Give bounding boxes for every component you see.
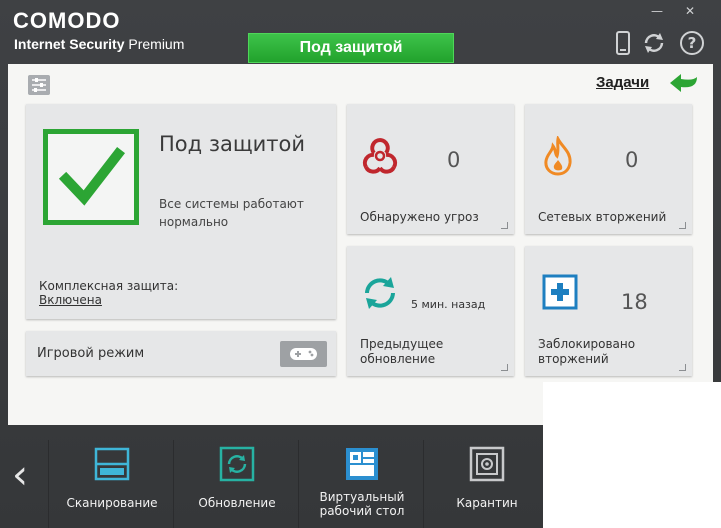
product-name: Internet Security Premium xyxy=(14,36,184,52)
last-update-label: Предыдущее обновление xyxy=(360,337,443,367)
status-banner: Под защитой xyxy=(248,33,454,63)
dock-virtual-desktop-line2: рабочий стол xyxy=(319,504,405,518)
blocked-label-line2: вторжений xyxy=(538,352,609,366)
dock-back-arrow-icon[interactable]: ‹ xyxy=(12,455,40,495)
blocked-intrusions-card[interactable]: 18 Заблокировано вторжений xyxy=(525,246,692,376)
watermark-overlay xyxy=(543,382,721,528)
dock-virtual-desktop-line1: Виртуальный xyxy=(319,490,405,504)
brand-logo: COMODO xyxy=(13,8,121,33)
dock-update-button[interactable]: Обновление xyxy=(173,440,299,528)
game-mode-card[interactable]: Игровой режим xyxy=(26,331,336,376)
scan-icon xyxy=(94,447,130,481)
protected-check-icon xyxy=(43,129,139,225)
app-window: COMODO Internet Security Premium Под защ… xyxy=(0,0,721,528)
network-intrusions-card[interactable]: 0 Сетевых вторжений xyxy=(525,104,692,234)
dock-scan-label: Сканирование xyxy=(66,496,158,510)
mobile-icon[interactable] xyxy=(610,30,636,56)
gamepad-icon xyxy=(290,348,317,360)
main-panel: Задачи Под защитой Все системы работают … xyxy=(8,64,713,425)
last-update-label-line2: обновление xyxy=(360,352,436,366)
fire-icon xyxy=(544,136,572,176)
biohazard-icon xyxy=(362,138,398,174)
update-icon xyxy=(365,277,395,309)
intrusions-count: 0 xyxy=(625,148,639,172)
dock-update-label: Обновление xyxy=(198,496,276,510)
blocked-label-line1: Заблокировано xyxy=(538,337,636,351)
dock-quarantine-label: Карантин xyxy=(456,496,518,510)
threats-card[interactable]: 0 Обнаружено угроз xyxy=(347,104,514,234)
game-mode-toggle[interactable] xyxy=(280,341,327,367)
threats-expand-icon xyxy=(501,222,508,229)
intrusions-expand-icon xyxy=(679,222,686,229)
protection-description: Все системы работают нормально xyxy=(159,197,304,229)
blocked-count: 18 xyxy=(621,290,648,314)
protection-title: Под защитой xyxy=(159,132,306,156)
threats-label: Обнаружено угроз xyxy=(360,210,479,224)
settings-icon[interactable] xyxy=(28,75,50,95)
protection-status-card[interactable]: Под защитой Все системы работают нормаль… xyxy=(26,104,336,319)
quarantine-icon xyxy=(469,446,505,482)
dock-virtual-desktop-label: Виртуальный рабочий стол xyxy=(299,490,425,518)
last-update-time: 5 мин. назад xyxy=(411,298,486,311)
dock-update-icon xyxy=(219,446,255,482)
tasks-arrow-icon[interactable] xyxy=(667,71,701,93)
blocked-plus-icon xyxy=(542,274,578,310)
update-expand-icon xyxy=(501,364,508,371)
dock-virtual-desktop-button[interactable]: Виртуальный рабочий стол xyxy=(298,440,424,528)
virtual-desktop-icon xyxy=(346,448,378,480)
dock-quarantine-button[interactable]: Карантин xyxy=(423,440,549,528)
game-mode-label: Игровой режим xyxy=(37,346,145,361)
svg-text:?: ? xyxy=(688,34,697,52)
last-update-label-line1: Предыдущее xyxy=(360,337,444,351)
help-icon[interactable]: ? xyxy=(679,30,705,56)
intrusions-label: Сетевых вторжений xyxy=(538,210,667,224)
blocked-label: Заблокировано вторжений xyxy=(538,337,635,367)
blocked-expand-icon xyxy=(679,364,686,371)
minimize-button[interactable]: — xyxy=(648,4,666,18)
product-name-bold: Internet Security xyxy=(14,36,125,52)
dock-scan-button[interactable]: Сканирование xyxy=(48,440,174,528)
complex-protection-label: Комплексная защита: xyxy=(39,279,179,293)
complex-protection-status-link[interactable]: Включена xyxy=(39,293,102,307)
threats-count: 0 xyxy=(447,148,461,172)
last-update-card[interactable]: 5 мин. назад Предыдущее обновление xyxy=(347,246,514,376)
product-edition: Premium xyxy=(128,36,185,52)
close-button[interactable]: ✕ xyxy=(681,4,699,18)
tasks-link[interactable]: Задачи xyxy=(596,74,649,91)
refresh-icon[interactable] xyxy=(641,30,667,56)
